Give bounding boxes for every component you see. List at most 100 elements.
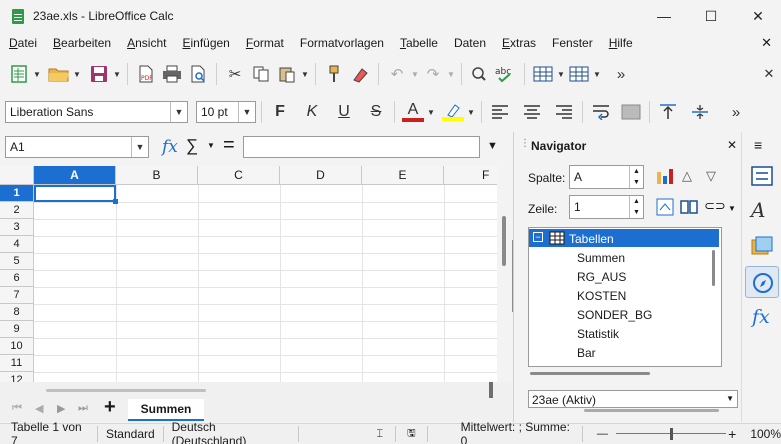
merge-cells-icon[interactable]	[618, 99, 644, 125]
selection-summary[interactable]: Mittelwert: ; Summe: 0	[461, 420, 576, 444]
tree-item-kosten[interactable]: KOSTEN	[577, 289, 626, 303]
zoom-slider[interactable]	[615, 427, 726, 441]
grip-icon[interactable]: ⋮	[520, 138, 530, 149]
row-header-3[interactable]: 3	[0, 219, 34, 236]
redo-icon[interactable]: ↷	[420, 61, 446, 87]
open-folder-icon[interactable]	[46, 61, 72, 87]
column-header-e[interactable]: E	[362, 166, 444, 185]
function-wizard-icon[interactable]: fx	[162, 137, 178, 157]
align-center-icon[interactable]	[519, 99, 545, 125]
last-sheet-icon[interactable]: ⏭	[78, 402, 88, 415]
center-vertically-icon[interactable]	[687, 99, 713, 125]
tree-root-row[interactable]: − Tabellen	[529, 229, 719, 247]
undo-dropdown-icon[interactable]: ▼	[410, 61, 420, 87]
name-box[interactable]: A1 ▼	[5, 136, 149, 158]
horizontal-split-handle[interactable]	[489, 382, 493, 398]
italic-button[interactable]: K	[299, 99, 325, 125]
close-document-button[interactable]: ✕	[761, 35, 772, 51]
row-header-9[interactable]: 9	[0, 321, 34, 338]
fill-handle[interactable]	[113, 199, 118, 204]
menu-ansicht[interactable]: Ansicht	[127, 36, 166, 50]
column-header-d[interactable]: D	[280, 166, 362, 185]
tree-item-sonder-bg[interactable]: SONDER_BG	[577, 308, 652, 322]
menu-datei[interactable]: Datei	[9, 36, 37, 50]
scenarios-icon[interactable]	[680, 199, 698, 218]
styles-icon[interactable]: A	[751, 198, 765, 222]
row-header-1[interactable]: 1	[0, 185, 34, 202]
row-dropdown-icon[interactable]: ▼	[556, 61, 566, 87]
align-top-icon[interactable]	[655, 99, 681, 125]
page-style[interactable]: Standard	[106, 427, 155, 441]
language[interactable]: Deutsch (Deutschland)	[172, 420, 290, 444]
vertical-scroll-thumb[interactable]	[502, 216, 506, 266]
document-hscroll-thumb[interactable]	[584, 409, 719, 412]
menu-einfuegen[interactable]: Einfügen	[182, 36, 229, 50]
row-spin-field[interactable]: 1 ▲ ▼	[569, 195, 644, 219]
close-navigator-button[interactable]: ✕	[727, 138, 737, 152]
zoom-level[interactable]: 100%	[750, 427, 781, 441]
font-color-button[interactable]: A	[400, 99, 426, 125]
print-icon[interactable]	[159, 61, 185, 87]
chevron-down-icon[interactable]: ▼	[170, 102, 187, 122]
column-header-b[interactable]: B	[116, 166, 198, 185]
spreadsheet-grid[interactable]: A B C D E F 1 2 3 4 5 6 7 8 9 10 11 12	[0, 166, 497, 382]
underline-button[interactable]: U	[331, 99, 357, 125]
paste-dropdown-icon[interactable]: ▼	[300, 61, 310, 87]
copy-icon[interactable]	[248, 61, 274, 87]
select-all-corner[interactable]	[0, 166, 34, 185]
collapse-icon[interactable]: −	[533, 232, 543, 242]
menu-format[interactable]: Format	[246, 36, 284, 50]
row-header-8[interactable]: 8	[0, 304, 34, 321]
font-size-box[interactable]: 10 pt ▼	[196, 101, 256, 123]
drag-mode-dropdown-icon[interactable]: ▼	[728, 204, 736, 213]
more-format-icon[interactable]: »	[723, 99, 749, 125]
column-header-f[interactable]: F	[444, 166, 497, 185]
save-dropdown-icon[interactable]: ▼	[112, 61, 122, 87]
highlight-dropdown-icon[interactable]: ▼	[466, 99, 476, 125]
properties-icon[interactable]	[751, 166, 773, 189]
previous-sheet-icon[interactable]: ◀	[35, 402, 43, 415]
cut-icon[interactable]: ✂	[222, 61, 248, 87]
maximize-button[interactable]: ☐	[688, 0, 734, 32]
menu-formatvorlagen[interactable]: Formatvorlagen	[300, 36, 384, 50]
new-dropdown-icon[interactable]: ▼	[32, 61, 42, 87]
close-window-button[interactable]: ✕	[735, 0, 781, 32]
print-preview-icon[interactable]	[185, 61, 211, 87]
formula-icon[interactable]: =	[223, 134, 235, 157]
tree-item-summen[interactable]: Summen	[577, 251, 625, 265]
menu-extras[interactable]: Extras	[502, 36, 536, 50]
chevron-down-icon[interactable]: ▼	[131, 137, 148, 157]
bold-button[interactable]: F	[267, 99, 293, 125]
zoom-slider-thumb[interactable]	[669, 428, 673, 440]
menu-hilfe[interactable]: Hilfe	[609, 36, 633, 50]
tree-item-statistik[interactable]: Statistik	[577, 327, 619, 341]
sum-dropdown-icon[interactable]: ▼	[207, 141, 215, 150]
row-header-7[interactable]: 7	[0, 287, 34, 304]
paste-icon[interactable]	[274, 61, 300, 87]
sidebar-menu-icon[interactable]: ≡	[754, 137, 762, 153]
column-icon[interactable]	[566, 61, 592, 87]
wrap-text-icon[interactable]	[588, 99, 614, 125]
drag-mode-icon[interactable]: ⊂⊃	[704, 198, 726, 214]
chevron-down-icon[interactable]: ▼	[726, 394, 734, 403]
vertical-scrollbar[interactable]	[497, 166, 512, 382]
new-document-icon[interactable]	[6, 61, 32, 87]
menu-daten[interactable]: Daten	[454, 36, 486, 50]
row-icon[interactable]	[530, 61, 556, 87]
functions-icon[interactable]: fx	[752, 306, 770, 328]
row-header-4[interactable]: 4	[0, 236, 34, 253]
more-toolbar-icon[interactable]: »	[608, 61, 634, 87]
column-spin-buttons[interactable]: ▲ ▼	[629, 166, 643, 188]
tree-item-bar[interactable]: Bar	[577, 346, 596, 360]
data-range-icon[interactable]	[656, 168, 674, 189]
expand-formula-icon[interactable]: ▼	[487, 140, 498, 152]
save-icon[interactable]	[86, 61, 112, 87]
redo-dropdown-icon[interactable]: ▼	[446, 61, 456, 87]
menu-fenster[interactable]: Fenster	[552, 36, 593, 50]
column-header-c[interactable]: C	[198, 166, 280, 185]
add-sheet-button[interactable]: +	[104, 396, 116, 419]
zoom-in-button[interactable]: +	[728, 426, 736, 442]
strikethrough-button[interactable]: S	[363, 99, 389, 125]
row-spin-buttons[interactable]: ▲ ▼	[629, 196, 643, 218]
content-view-icon[interactable]	[656, 198, 674, 219]
